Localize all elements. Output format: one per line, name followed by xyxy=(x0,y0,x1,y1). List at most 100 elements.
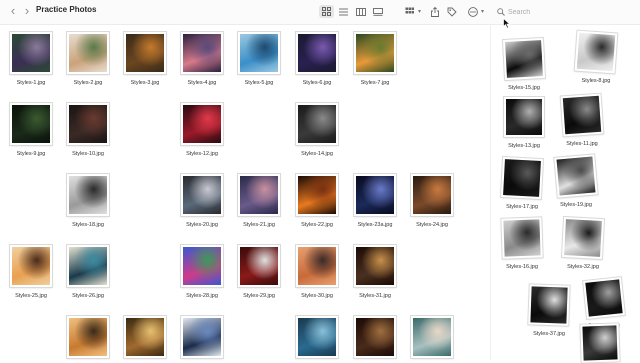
photo-thumbnail[interactable] xyxy=(10,32,52,74)
photo-thumbnail[interactable] xyxy=(238,174,280,216)
photo-thumbnail[interactable] xyxy=(296,245,338,287)
photo-image xyxy=(356,318,394,356)
file-name-label: Styles-7.jpg xyxy=(360,80,390,86)
photo-thumbnail[interactable] xyxy=(181,32,223,74)
photo-thumbnail[interactable] xyxy=(580,323,620,363)
photo-thumbnail[interactable] xyxy=(354,245,396,287)
photo-image xyxy=(126,34,164,72)
photo-thumbnail[interactable] xyxy=(67,32,109,74)
file-name-label: Styles-15.jpg xyxy=(508,85,540,91)
photo-thumbnail[interactable] xyxy=(554,154,598,198)
photo-image xyxy=(503,219,541,257)
photo-thumbnail[interactable] xyxy=(354,316,396,358)
photo-image xyxy=(12,105,50,143)
group-by-icon[interactable] xyxy=(402,5,417,18)
photo-image xyxy=(183,176,221,214)
photo-image xyxy=(356,176,394,214)
photo-thumbnail[interactable] xyxy=(500,156,544,200)
photo-image xyxy=(69,105,107,143)
photo-image xyxy=(505,40,543,78)
photo-thumbnail[interactable] xyxy=(181,174,223,216)
photo-thumbnail[interactable] xyxy=(124,32,166,74)
photo-thumbnail[interactable] xyxy=(10,245,52,287)
file-name-label: Styles-12.jpg xyxy=(186,151,218,157)
photo-image xyxy=(240,247,278,285)
photo-image xyxy=(556,156,596,196)
file-name-label: Styles-24.jpg xyxy=(416,222,448,228)
photo-image xyxy=(576,32,616,72)
photo-image xyxy=(240,176,278,214)
chevron-down-icon[interactable]: ▾ xyxy=(418,8,421,15)
list-view-icon[interactable] xyxy=(336,5,351,18)
photo-image xyxy=(12,247,50,285)
file-name-label: Styles-11.jpg xyxy=(566,141,598,147)
photo-thumbnail[interactable] xyxy=(560,93,604,137)
view-mode-group xyxy=(319,4,387,19)
photo-thumbnail[interactable] xyxy=(583,277,625,319)
file-name-label: Styles-10.jpg xyxy=(72,151,104,157)
photo-thumbnail[interactable] xyxy=(502,37,546,81)
photo-thumbnail[interactable] xyxy=(67,316,109,358)
photo-image xyxy=(126,318,164,356)
photo-thumbnail[interactable] xyxy=(411,174,453,216)
photo-image xyxy=(298,318,336,356)
photo-image xyxy=(413,176,451,214)
photo-image xyxy=(183,247,221,285)
photo-thumbnail[interactable] xyxy=(124,316,166,358)
finder-toolbar: ‹ › Practice Photos ▾ ▾ xyxy=(0,0,640,25)
photo-image xyxy=(69,318,107,356)
photo-thumbnail[interactable] xyxy=(296,103,338,145)
back-button[interactable]: ‹ xyxy=(6,4,20,18)
photo-image xyxy=(69,247,107,285)
search-field[interactable] xyxy=(497,5,627,19)
photo-image xyxy=(530,286,568,324)
file-name-label: Styles-8.jpg xyxy=(581,78,611,84)
photo-thumbnail[interactable] xyxy=(10,103,52,145)
photo-image xyxy=(12,34,50,72)
photo-thumbnail[interactable] xyxy=(181,245,223,287)
mouse-cursor-icon xyxy=(503,18,511,29)
chevron-down-icon[interactable]: ▾ xyxy=(481,8,484,15)
photo-image xyxy=(356,34,394,72)
more-actions-icon[interactable] xyxy=(465,5,480,18)
column-view-icon[interactable] xyxy=(353,5,368,18)
photo-thumbnail[interactable] xyxy=(238,245,280,287)
photo-image xyxy=(506,99,542,135)
photo-image xyxy=(413,318,451,356)
photo-image xyxy=(564,219,602,257)
file-name-label: Styles-18.jpg xyxy=(72,222,104,228)
icon-view-grid-icon[interactable] xyxy=(319,5,334,18)
tag-icon[interactable] xyxy=(444,5,459,18)
photo-thumbnail[interactable] xyxy=(528,284,570,326)
photo-thumbnail[interactable] xyxy=(561,216,605,260)
photo-image xyxy=(582,325,618,361)
photo-thumbnail[interactable] xyxy=(296,174,338,216)
photo-thumbnail[interactable] xyxy=(181,316,223,358)
photo-image xyxy=(69,176,107,214)
share-icon[interactable] xyxy=(427,5,442,18)
photo-thumbnail[interactable] xyxy=(296,32,338,74)
photo-thumbnail[interactable] xyxy=(238,32,280,74)
actions-group: ▾ ▾ xyxy=(402,4,490,19)
forward-button[interactable]: › xyxy=(20,4,34,18)
window-title: Practice Photos xyxy=(36,5,97,14)
photo-thumbnail[interactable] xyxy=(181,103,223,145)
photo-thumbnail[interactable] xyxy=(574,30,618,74)
gallery-view-icon[interactable] xyxy=(370,5,385,18)
photo-thumbnail[interactable] xyxy=(67,174,109,216)
photo-thumbnail[interactable] xyxy=(296,316,338,358)
photo-thumbnail[interactable] xyxy=(411,316,453,358)
photo-image xyxy=(298,176,336,214)
photo-thumbnail[interactable] xyxy=(354,174,396,216)
photo-thumbnail[interactable] xyxy=(501,217,543,259)
photo-thumbnail[interactable] xyxy=(354,32,396,74)
photo-image xyxy=(183,34,221,72)
file-name-label: Styles-31.jpg xyxy=(359,293,391,299)
photo-image xyxy=(585,279,623,317)
photo-thumbnail[interactable] xyxy=(67,245,109,287)
photo-image xyxy=(240,34,278,72)
search-input[interactable] xyxy=(508,8,618,16)
photo-thumbnail[interactable] xyxy=(67,103,109,145)
file-name-label: Styles-32.jpg xyxy=(567,264,599,270)
photo-thumbnail[interactable] xyxy=(504,97,544,137)
